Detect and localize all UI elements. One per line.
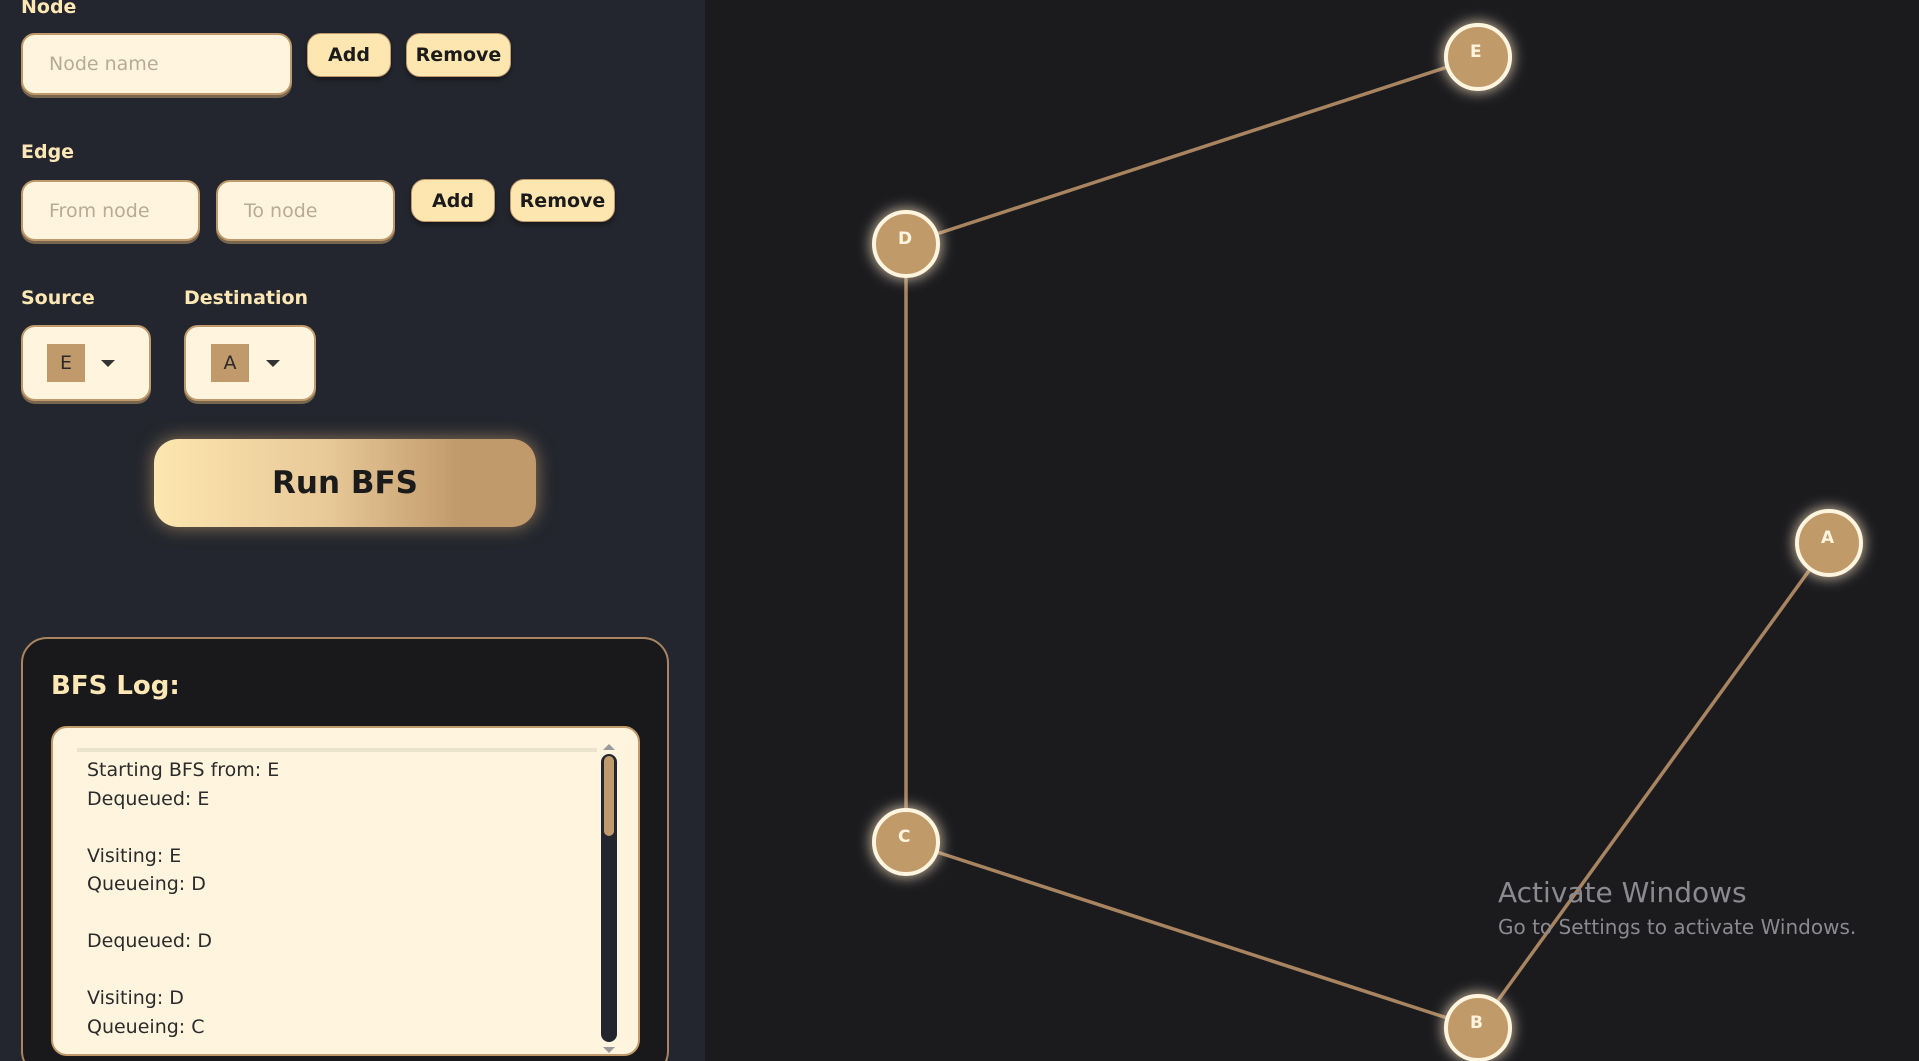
- log-divider: [77, 748, 597, 752]
- graph-node-label: E: [1470, 42, 1482, 62]
- graph-node-b[interactable]: B: [1444, 994, 1512, 1061]
- source-selected-value: E: [47, 344, 85, 382]
- graph-node-e[interactable]: E: [1444, 23, 1512, 91]
- scroll-down-icon[interactable]: [603, 1047, 615, 1053]
- graph-node-label: C: [898, 827, 910, 847]
- node-section-label: Node: [21, 0, 77, 18]
- control-sidebar: Node Add Remove Edge Add Remove Source E…: [0, 0, 705, 1061]
- graph-canvas[interactable]: E D A C B Activate Windows Go to Settings to…: [705, 0, 1919, 1061]
- watermark-subtitle: Go to Settings to activate Windows.: [1498, 915, 1857, 939]
- scroll-thumb[interactable]: [604, 756, 614, 836]
- node-name-input[interactable]: [21, 33, 292, 95]
- log-line: Queueing: D: [87, 873, 206, 895]
- scroll-up-icon[interactable]: [603, 744, 615, 750]
- add-node-button[interactable]: Add: [307, 33, 391, 77]
- watermark-title: Activate Windows: [1498, 876, 1747, 909]
- bfs-log-title: BFS Log:: [51, 671, 180, 701]
- graph-edge-b-a: [1476, 541, 1831, 1030]
- log-line: Dequeued: E: [87, 787, 210, 810]
- graph-node-c[interactable]: C: [872, 808, 940, 876]
- log-line: Visiting: D: [87, 987, 184, 1009]
- app-root: Node Add Remove Edge Add Remove Source E…: [0, 0, 1919, 1061]
- edge-to-input[interactable]: [216, 180, 395, 241]
- bfs-log-panel: BFS Log: Starting BFS from: E Dequeued: E…: [21, 637, 669, 1061]
- destination-selected-value: A: [211, 344, 249, 382]
- destination-label: Destination: [184, 287, 309, 309]
- bfs-log-box[interactable]: Starting BFS from: E Dequeued: E Visiting…: [51, 726, 640, 1056]
- edge-from-input[interactable]: [21, 180, 200, 241]
- graph-node-label: B: [1470, 1013, 1483, 1033]
- log-line: Dequeued: D: [87, 930, 212, 952]
- log-line: Queueing: C: [87, 1015, 205, 1038]
- log-line: Visiting: E: [87, 844, 182, 867]
- bfs-log-lines: Starting BFS from: E Dequeued: E Visiting…: [87, 756, 587, 1041]
- edge-section-label: Edge: [21, 141, 75, 163]
- activate-windows-watermark: Activate Windows Go to Settings to activ…: [1498, 876, 1856, 939]
- remove-edge-button[interactable]: Remove: [510, 179, 615, 222]
- chevron-down-icon: [266, 360, 280, 367]
- remove-node-button[interactable]: Remove: [406, 33, 511, 77]
- graph-node-label: A: [1821, 528, 1835, 548]
- graph-node-a[interactable]: A: [1795, 509, 1863, 577]
- chevron-down-icon: [101, 360, 115, 367]
- add-edge-button[interactable]: Add: [411, 179, 495, 222]
- run-bfs-button[interactable]: Run BFS: [154, 439, 536, 527]
- graph-node-d[interactable]: D: [872, 210, 940, 278]
- graph-edge-c-b: [905, 840, 1479, 1030]
- graph-edge-e-d: [905, 55, 1479, 246]
- destination-select[interactable]: A: [184, 325, 316, 401]
- source-select[interactable]: E: [21, 325, 151, 401]
- graph-node-label: D: [898, 229, 912, 249]
- log-line: Starting BFS from: E: [87, 759, 280, 781]
- log-scrollbar[interactable]: [601, 744, 617, 1053]
- source-label: Source: [21, 287, 95, 309]
